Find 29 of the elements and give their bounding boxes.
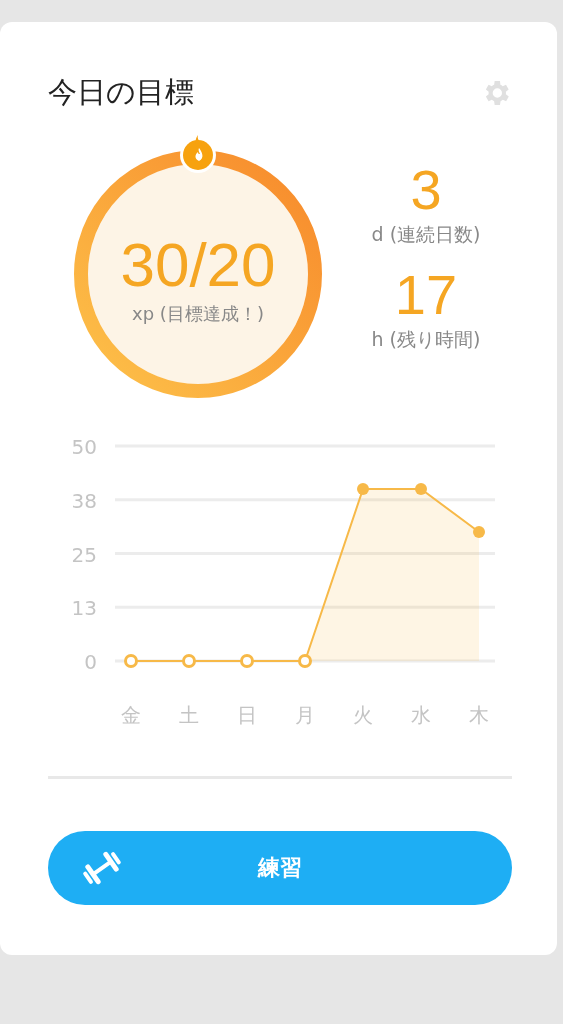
- data-point: [298, 654, 312, 668]
- axis-label: 38: [71, 488, 97, 513]
- axis-label: 火: [353, 703, 373, 727]
- axis-label: 水: [411, 703, 431, 727]
- flame-icon: [180, 135, 216, 173]
- axis-label: 0: [84, 650, 97, 674]
- axis-label: 25: [71, 542, 97, 567]
- data-point: [124, 654, 138, 668]
- stat-label: h (残り時間): [371, 326, 481, 352]
- axis-label: 土: [179, 703, 199, 727]
- data-point: [240, 654, 254, 668]
- data-point: [415, 483, 427, 495]
- axis-label: 金: [121, 703, 141, 727]
- axis-label: 日: [237, 703, 257, 727]
- stat-value: 3: [410, 161, 442, 220]
- axis-label: 50: [71, 435, 97, 459]
- practice-button[interactable]: 練習: [48, 831, 512, 905]
- data-point: [473, 526, 485, 538]
- axis-label: 木: [469, 703, 489, 727]
- stat-label: d (連続日数): [371, 222, 481, 247]
- axis-label: 月: [295, 703, 315, 727]
- data-point: [182, 654, 196, 668]
- stat-value: 17: [394, 266, 458, 325]
- data-point: [357, 483, 369, 495]
- page-title: 今日の目標: [48, 74, 194, 111]
- dumbbell-icon: [80, 850, 124, 886]
- axis-label: 13: [71, 596, 97, 621]
- xp-count: 30/20: [120, 234, 276, 296]
- xp-label: xp (目標達成！): [132, 302, 264, 326]
